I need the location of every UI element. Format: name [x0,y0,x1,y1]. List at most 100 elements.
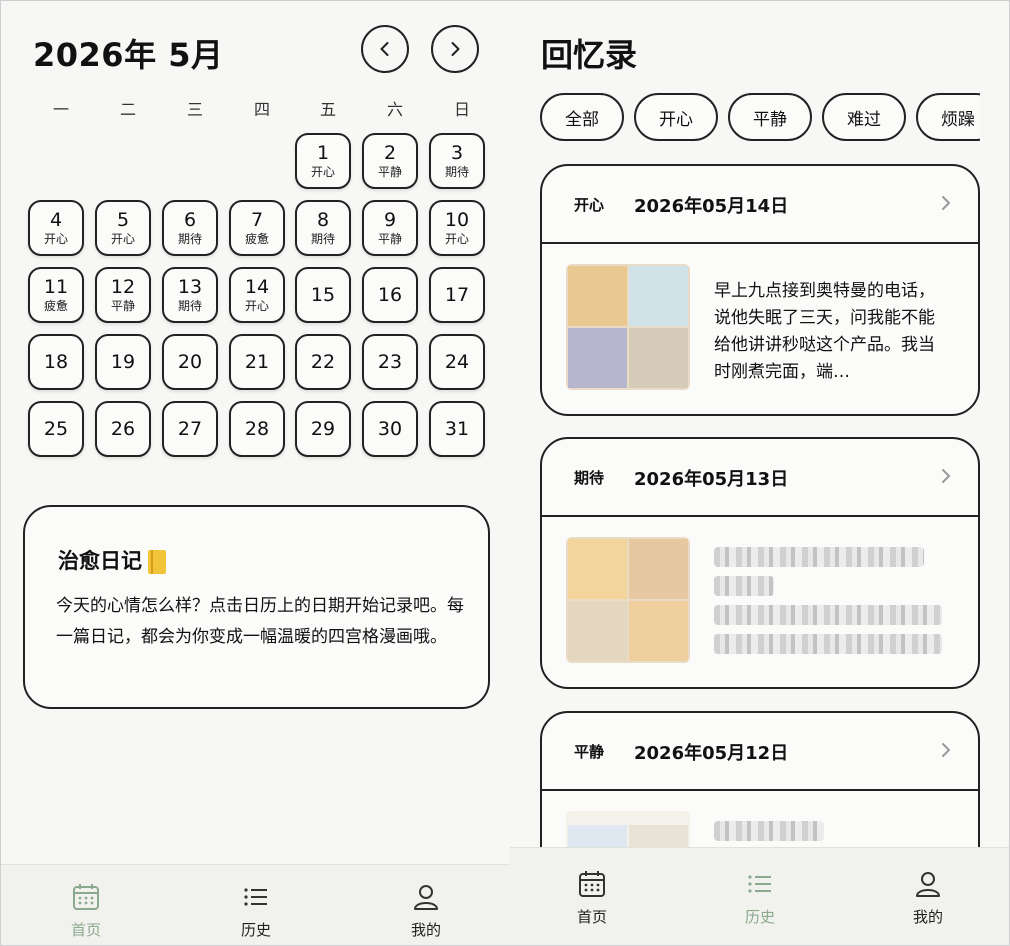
healing-card-text: 今天的心情怎么样？点击日历上的日期开始记录吧。每一篇日记，都会为你变成一幅温暖的… [56,596,464,647]
day-number: 22 [310,351,336,373]
day-number: 7 [250,209,264,231]
weekday-label: 二 [119,100,136,119]
tab-history-label: 历史 [744,908,775,926]
calendar-day-5[interactable]: 5 开心 [95,200,151,256]
calendar-day-15[interactable]: 15 [295,267,351,323]
chevron-right-icon [942,469,950,483]
calendar-day-8[interactable]: 8 期待 [295,200,351,256]
calendar-day-18[interactable]: 18 [28,334,84,390]
entry-date: 2026年05月14日 [634,196,789,217]
calendar-day-17[interactable]: 17 [429,267,485,323]
day-number: 11 [43,276,69,298]
next-month-button[interactable] [431,25,479,73]
calendar-day-13[interactable]: 13 期待 [162,267,218,323]
day-mood-label: 开心 [43,232,68,246]
day-number: 28 [244,418,270,440]
calendar-day-1[interactable]: 1 开心 [295,133,351,189]
filter-chip-all[interactable]: 全部 [540,93,624,141]
calendar-day-22[interactable]: 22 [295,334,351,390]
comic-thumbnail [566,264,690,390]
day-number: 20 [177,351,203,373]
weekday-label: 三 [186,100,203,119]
calendar-day-23[interactable]: 23 [362,334,418,390]
calendar-day-30[interactable]: 30 [362,401,418,457]
filter-chip-calm[interactable]: 平静 [728,93,812,141]
day-number: 19 [110,351,136,373]
tab-mine[interactable]: 我的 [888,868,968,927]
comic-thumbnail [566,537,690,663]
calendar-day-20[interactable]: 20 [162,334,218,390]
calendar-day-14[interactable]: 14 开心 [229,267,285,323]
calendar-day-24[interactable]: 24 [429,334,485,390]
healing-diary-card: 治愈日记 今天的心情怎么样？点击日历上的日期开始记录吧。每一篇日记，都会为你变成… [23,505,490,709]
tab-home[interactable]: 首页 [46,881,126,940]
day-mood-label: 开心 [310,165,335,179]
calendar-day-31[interactable]: 31 [429,401,485,457]
entry-header: 平静 2026年05月12日 [542,713,978,791]
filter-chip-sad[interactable]: 难过 [822,93,906,141]
calendar-day-2[interactable]: 2 平静 [362,133,418,189]
day-mood-label: 开心 [444,232,469,246]
day-mood-label: 期待 [177,299,202,313]
bottom-tab-bar: 首页 历史 我的 [510,847,1010,946]
day-number: 1 [316,142,330,164]
list-icon [748,875,771,893]
day-number: 5 [116,209,130,231]
calendar-day-21[interactable]: 21 [229,334,285,390]
chevron-right-icon [451,42,460,56]
calendar-day-12[interactable]: 12 平静 [95,267,151,323]
tab-history[interactable]: 历史 [720,868,800,927]
prev-month-button[interactable] [361,25,409,73]
calendar-icon [579,871,605,897]
bottom-tab-bar: 首页 历史 我的 [0,864,510,946]
day-number: 4 [49,209,63,231]
user-icon [916,872,940,897]
weekday-label: 一 [52,100,69,119]
list-icon [244,888,267,906]
calendar-day-16[interactable]: 16 [362,267,418,323]
app-screen: 2026年 5月 一二三四五六日 1 开心 2 平静 3 期待 4 开心 5 开心 6 期待 7 疲惫 8 期… [0,0,1010,946]
day-number: 2 [383,142,397,164]
entry-body: 早上九点接到奥特曼的电话，说他失眠了三天，问我能不能给他讲讲秒哒这个产品。我当时… [542,244,978,414]
tab-history-label: 历史 [240,921,271,939]
day-number: 21 [244,351,270,373]
mood-filter-bar: 全部 开心 平静 难过 烦躁 [540,93,980,143]
calendar-day-27[interactable]: 27 [162,401,218,457]
calendar-day-26[interactable]: 26 [95,401,151,457]
tab-home-label: 首页 [576,908,607,926]
entry-date: 2026年05月13日 [634,469,789,490]
weekday-label: 四 [253,100,270,119]
day-mood-label: 平静 [377,232,402,246]
calendar-day-9[interactable]: 9 平静 [362,200,418,256]
filter-chip-happy[interactable]: 开心 [634,93,718,141]
calendar-day-29[interactable]: 29 [295,401,351,457]
filter-chip-annoyed[interactable]: 烦躁 [916,93,980,141]
calendar-day-7[interactable]: 7 疲惫 [229,200,285,256]
memory-entry[interactable]: 开心 2026年05月14日 早上九点接到奥特曼的电话，说他失眠了三天，问我能不… [540,164,980,416]
calendar-day-19[interactable]: 19 [95,334,151,390]
day-number: 26 [110,418,136,440]
calendar-day-28[interactable]: 28 [229,401,285,457]
day-number: 17 [444,284,470,306]
calendar-day-4[interactable]: 4 开心 [28,200,84,256]
day-number: 6 [183,209,197,231]
notebook-icon [148,550,166,574]
entry-body [542,517,978,687]
memory-entry[interactable]: 期待 2026年05月13日 [540,437,980,689]
tab-home[interactable]: 首页 [552,868,632,927]
tab-mine[interactable]: 我的 [386,881,466,940]
day-number: 14 [244,276,270,298]
day-mood-label: 期待 [177,232,202,246]
memories-title: 回忆录 [541,36,638,74]
calendar-day-6[interactable]: 6 期待 [162,200,218,256]
day-mood-label: 开心 [110,232,135,246]
calendar-day-10[interactable]: 10 开心 [429,200,485,256]
day-number: 31 [444,418,470,440]
entry-header: 期待 2026年05月13日 [542,439,978,517]
calendar-day-3[interactable]: 3 期待 [429,133,485,189]
calendar-day-25[interactable]: 25 [28,401,84,457]
calendar-day-11[interactable]: 11 疲惫 [28,267,84,323]
tab-home-label: 首页 [70,921,101,939]
user-icon [414,885,438,910]
tab-history[interactable]: 历史 [216,881,296,940]
